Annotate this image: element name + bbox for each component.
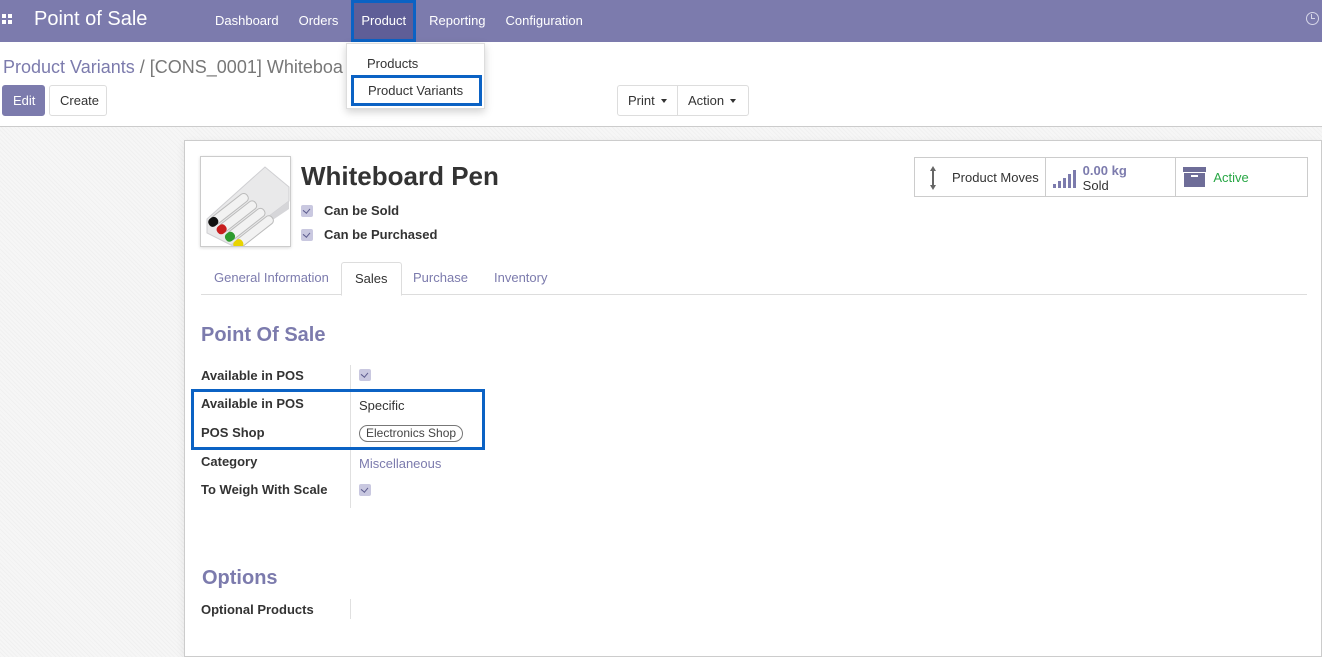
- category-value-link[interactable]: Miscellaneous: [359, 456, 441, 471]
- tab-inventory[interactable]: Inventory: [481, 262, 560, 295]
- category-label: Category: [201, 454, 258, 469]
- point-of-sale-section-title: Point Of Sale: [201, 324, 326, 346]
- product-moves-button[interactable]: Product Moves: [915, 158, 1046, 196]
- product-name: Whiteboard Pen: [301, 161, 499, 191]
- tab-sales[interactable]: Sales: [341, 262, 402, 296]
- active-label: Active: [1213, 170, 1249, 185]
- sold-label: Sold: [1082, 178, 1109, 193]
- available-in-pos-field: [359, 369, 371, 384]
- available-in-pos-checkbox[interactable]: [359, 369, 371, 381]
- action-button[interactable]: Action: [677, 85, 749, 116]
- sold-value: 0.00 kg: [1082, 163, 1127, 178]
- print-button[interactable]: Print: [617, 85, 678, 116]
- caret-down-icon: [730, 99, 737, 103]
- menu-product[interactable]: Product: [351, 0, 417, 42]
- can-be-purchased-checkbox[interactable]: [301, 228, 313, 241]
- edit-button[interactable]: Edit: [2, 85, 45, 116]
- main-menu: Dashboard Orders Product Reporting Confi…: [205, 0, 593, 42]
- active-toggle-button[interactable]: Active: [1176, 158, 1307, 196]
- action-label: Action: [688, 93, 725, 108]
- clock-icon[interactable]: [1306, 12, 1319, 25]
- optional-products-label: Optional Products: [201, 602, 314, 617]
- can-be-sold-row: Can be Sold: [301, 203, 399, 218]
- signal-bars-icon: [1052, 169, 1077, 188]
- menu-configuration[interactable]: Configuration: [496, 0, 593, 42]
- tab-purchase[interactable]: Purchase: [400, 262, 481, 295]
- to-weigh-with-scale-label: To Weigh With Scale: [201, 482, 328, 497]
- field-divider: [350, 599, 351, 619]
- breadcrumb-separator: /: [139, 57, 145, 77]
- to-weigh-with-scale-field: [359, 484, 371, 499]
- menu-orders[interactable]: Orders: [289, 0, 349, 42]
- can-be-purchased-label: Can be Purchased: [324, 227, 438, 242]
- apps-grid-icon[interactable]: [2, 14, 12, 24]
- options-section-title: Options: [202, 567, 278, 589]
- caret-down-icon: [660, 99, 667, 103]
- top-navbar: Point of Sale Dashboard Orders Product R…: [0, 0, 1322, 42]
- breadcrumb: Product Variants / [CONS_0001] Whiteboa: [3, 57, 343, 78]
- breadcrumb-current: [CONS_0001] Whiteboa: [149, 57, 343, 77]
- to-weigh-with-scale-checkbox[interactable]: [359, 484, 371, 496]
- app-brand: Point of Sale: [34, 8, 148, 30]
- arrows-vertical-icon: [930, 166, 936, 190]
- available-in-pos-label: Available in POS: [201, 368, 304, 383]
- dropdown-item-products[interactable]: Products: [367, 56, 418, 71]
- product-image[interactable]: [200, 156, 291, 247]
- sold-button[interactable]: 0.00 kg Sold: [1046, 158, 1177, 196]
- menu-dashboard[interactable]: Dashboard: [205, 0, 289, 42]
- product-moves-label: Product Moves: [952, 170, 1039, 185]
- product-dropdown-menu: Products Product Variants: [346, 43, 485, 109]
- print-label: Print: [628, 93, 655, 108]
- smart-buttons: Product Moves 0.00 kg Sold Active: [914, 157, 1308, 197]
- archive-icon: [1183, 167, 1207, 187]
- can-be-sold-checkbox[interactable]: [301, 204, 313, 217]
- highlight-annotation-box: [191, 389, 485, 450]
- dropdown-item-product-variants[interactable]: Product Variants: [351, 75, 482, 106]
- can-be-purchased-row: Can be Purchased: [301, 227, 437, 242]
- create-button[interactable]: Create: [49, 85, 107, 116]
- breadcrumb-parent[interactable]: Product Variants: [3, 57, 135, 77]
- form-tabs: General Information Sales Purchase Inven…: [201, 262, 1307, 296]
- whiteboard-pen-image-icon: [201, 157, 290, 246]
- tab-general-information[interactable]: General Information: [201, 262, 342, 295]
- can-be-sold-label: Can be Sold: [324, 203, 400, 218]
- menu-reporting[interactable]: Reporting: [419, 0, 495, 42]
